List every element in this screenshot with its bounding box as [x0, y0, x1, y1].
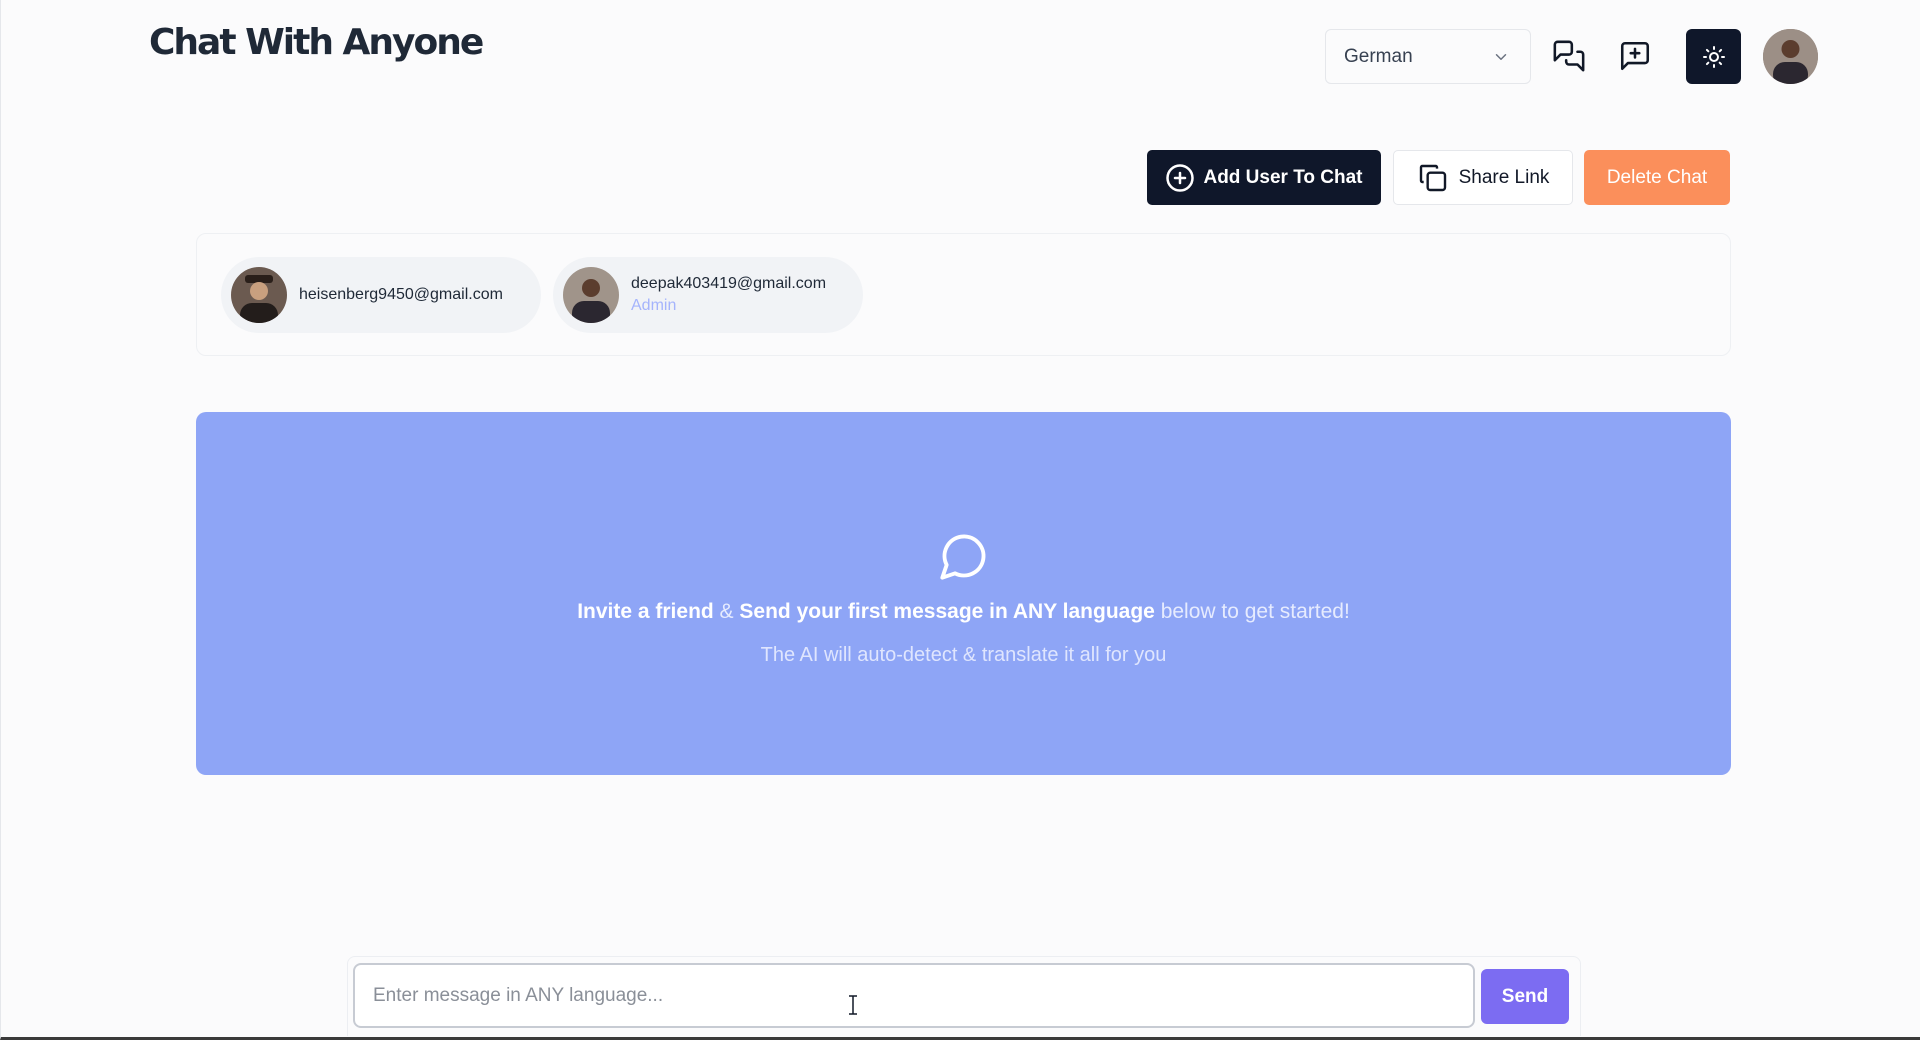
language-select[interactable]: German — [1325, 29, 1531, 84]
share-link-label: Share Link — [1458, 166, 1550, 188]
member-avatar-photo — [231, 267, 287, 323]
theme-toggle-button[interactable] — [1686, 29, 1741, 84]
copy-icon — [1419, 164, 1446, 191]
send-button[interactable]: Send — [1481, 969, 1569, 1024]
send-message-text: Send your first message in ANY language — [739, 600, 1155, 623]
chats-button[interactable] — [1549, 36, 1589, 76]
chevron-down-icon — [1495, 53, 1507, 60]
empty-state-title: Invite a friend & Send your first messag… — [577, 600, 1350, 624]
member-avatar — [563, 267, 619, 323]
share-link-button[interactable]: Share Link — [1393, 150, 1573, 205]
delete-chat-label: Delete Chat — [1606, 166, 1708, 188]
user-avatar[interactable] — [1763, 29, 1818, 84]
message-input[interactable] — [353, 963, 1475, 1028]
member-role-badge: Admin — [631, 297, 677, 314]
member-chip[interactable]: heisenberg9450@gmail.com — [221, 257, 541, 333]
empty-state-subtitle: The AI will auto-detect & translate it a… — [760, 644, 1167, 666]
empty-chat-panel: Invite a friend & Send your first messag… — [196, 412, 1731, 775]
chat-members-card: heisenberg9450@gmail.com deepak403419@gm… — [196, 233, 1731, 356]
chat-page: Chat With Anyone German Add User To Chat… — [0, 0, 1920, 1040]
text-cursor-icon — [849, 995, 857, 1015]
member-email: heisenberg9450@gmail.com — [299, 286, 503, 303]
top-header: Chat With Anyone German — [1, 0, 1920, 112]
member-avatar-photo — [563, 267, 619, 323]
add-user-button[interactable]: Add User To Chat — [1147, 150, 1381, 205]
ampersand-text: & — [713, 600, 740, 623]
member-chip[interactable]: deepak403419@gmail.com Admin — [553, 257, 863, 333]
get-started-text: below to get started! — [1154, 600, 1350, 623]
avatar-photo — [1763, 29, 1818, 84]
chats-icon — [1553, 40, 1585, 72]
new-chat-icon — [1620, 41, 1650, 71]
language-selected-value: German — [1344, 45, 1413, 67]
member-email: deepak403419@gmail.com — [631, 275, 827, 292]
sun-icon — [1702, 45, 1725, 68]
new-chat-button[interactable] — [1615, 36, 1655, 76]
add-user-label: Add User To Chat — [1203, 166, 1363, 188]
message-circle-icon — [939, 534, 985, 580]
app-logo[interactable]: Chat With Anyone — [149, 22, 484, 63]
plus-circle-icon — [1166, 163, 1195, 192]
member-avatar — [231, 267, 287, 323]
delete-chat-button[interactable]: Delete Chat — [1584, 150, 1730, 205]
invite-friend-text: Invite a friend — [577, 600, 714, 623]
